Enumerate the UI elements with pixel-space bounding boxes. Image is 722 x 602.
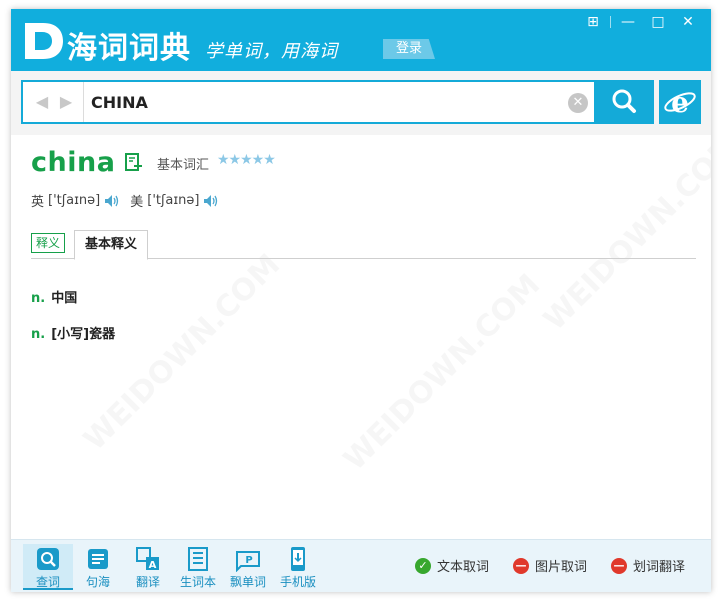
tool-wordbook[interactable]: 生词本 — [173, 544, 223, 590]
tool-floating-word[interactable]: P 飘单词 — [223, 544, 273, 590]
app-window: 海词词典 学单词，用海词 登录 ⊞ — □ ✕ ◀ ▶ ✕ e — [11, 9, 711, 592]
toggle-image-capture[interactable]: — 图片取词 — [513, 556, 587, 575]
tab-definitions[interactable]: 释义 — [31, 233, 65, 253]
definition-text: 中国 — [51, 291, 78, 306]
add-to-wordbook-icon[interactable] — [125, 153, 143, 171]
result-panel: WEIDOWN.COM WEIDOWN.COM WEIDOWN.COM chin… — [11, 135, 711, 539]
tool-label: 句海 — [85, 575, 110, 589]
tool-label: 手机版 — [279, 575, 316, 589]
us-phonetic: ['tʃaɪnə] — [147, 193, 200, 208]
search-icon — [612, 89, 636, 113]
ie-browser-icon: e — [664, 86, 696, 119]
translate-icon: A — [136, 547, 159, 571]
tool-lookup[interactable]: 查词 — [23, 544, 73, 590]
mobile-icon — [291, 547, 305, 571]
us-speaker-icon[interactable] — [203, 194, 219, 208]
definition-text: [小写]瓷器 — [51, 327, 116, 342]
headword: china — [31, 147, 116, 178]
definition-item: n. [小写]瓷器 — [31, 323, 115, 342]
app-slogan: 学单词，用海词 — [205, 41, 338, 62]
definition-item: n. 中国 — [31, 287, 77, 306]
nav-divider — [83, 82, 84, 122]
watermark: WEIDOWN.COM — [337, 267, 547, 477]
uk-phonetic: ['tʃaɪnə] — [48, 193, 101, 208]
vocab-level-label: 基本词汇 — [157, 158, 210, 173]
dict-logo-icon — [25, 23, 63, 59]
toggle-selection-translate[interactable]: — 划词翻译 — [611, 556, 685, 575]
tool-mobile[interactable]: 手机版 — [273, 544, 323, 590]
window-controls: ⊞ — □ ✕ — [578, 13, 703, 31]
back-arrow-icon[interactable]: ◀ — [33, 94, 51, 110]
uk-label: 英 — [31, 195, 45, 210]
clear-icon[interactable]: ✕ — [568, 93, 588, 113]
svg-text:A: A — [149, 560, 157, 571]
search-input[interactable] — [91, 90, 551, 114]
tool-sentences[interactable]: 句海 — [73, 544, 123, 590]
login-button[interactable]: 登录 — [383, 39, 435, 59]
search-bar: ◀ ▶ ✕ e — [11, 71, 711, 135]
title-bar: 海词词典 学单词，用海词 登录 ⊞ — □ ✕ — [11, 9, 711, 71]
forward-arrow-icon[interactable]: ▶ — [57, 94, 75, 110]
disabled-icon: — — [513, 557, 529, 574]
tool-label: 生词本 — [179, 575, 216, 589]
search-box: ◀ ▶ ✕ — [21, 80, 596, 124]
maximize-button[interactable]: □ — [643, 13, 673, 31]
wordbook-icon — [188, 547, 208, 571]
menu-grid-icon[interactable]: ⊞ — [578, 13, 608, 31]
check-icon: ✓ — [415, 557, 431, 574]
toggle-label: 划词翻译 — [633, 560, 686, 575]
disabled-icon: — — [611, 557, 627, 574]
search-word-icon — [37, 548, 59, 570]
sentence-icon — [88, 549, 108, 569]
part-of-speech: n. — [31, 291, 46, 306]
web-search-button[interactable]: e — [659, 80, 701, 124]
svg-text:e: e — [671, 86, 689, 119]
tool-label: 翻译 — [135, 575, 160, 589]
tab-basic-definitions[interactable]: 基本释义 — [74, 230, 148, 260]
toggle-text-capture[interactable]: ✓ 文本取词 — [415, 556, 489, 575]
search-button[interactable] — [596, 80, 654, 124]
toggle-label: 图片取词 — [535, 560, 588, 575]
frequency-stars: ★★★★★ — [217, 152, 276, 168]
us-label: 美 — [130, 195, 144, 210]
watermark: WEIDOWN.COM — [77, 247, 287, 457]
toggle-label: 文本取词 — [437, 560, 490, 575]
app-logo-text: 海词词典 — [67, 31, 191, 66]
minimize-button[interactable]: — — [613, 13, 643, 31]
tool-translate[interactable]: A 翻译 — [123, 544, 173, 590]
svg-text:P: P — [245, 555, 252, 566]
uk-speaker-icon[interactable] — [104, 194, 120, 208]
tool-label: 飘单词 — [229, 575, 266, 589]
close-button[interactable]: ✕ — [673, 13, 703, 31]
tool-label: 查词 — [35, 575, 60, 589]
window-controls-divider — [610, 16, 611, 28]
floating-word-icon: P — [236, 551, 260, 572]
definition-tabs: 释义 基本释义 — [31, 230, 696, 260]
part-of-speech: n. — [31, 327, 46, 342]
bottom-toolbar: 查词 句海 A 翻译 生词本 P 飘单词 手机版 ✓ 文本取词 — 图片取词 —… — [11, 539, 711, 592]
phonetics-row: 英 ['tʃaɪnə] 美 ['tʃaɪnə] — [31, 191, 229, 210]
